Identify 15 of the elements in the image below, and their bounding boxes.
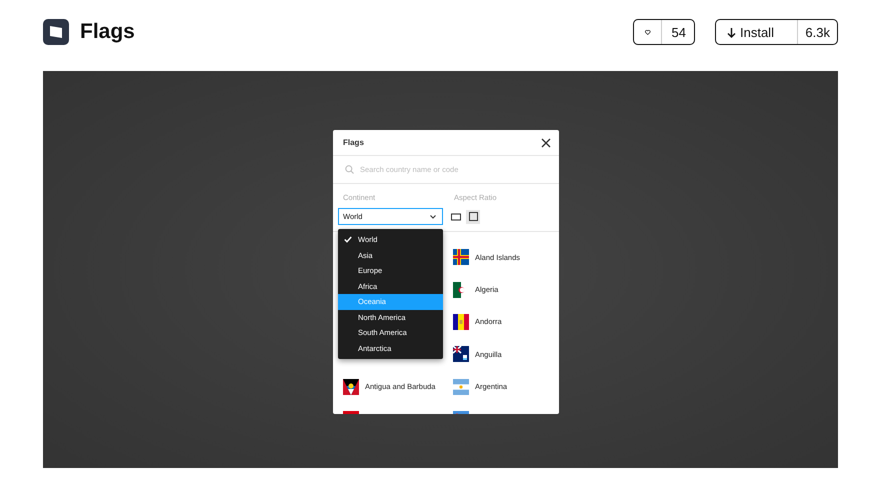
like-button[interactable]: 54 [633,19,695,45]
checkmark-icon [344,236,352,244]
chevron-down-icon [430,214,436,218]
flag-logo-icon [43,19,69,45]
flag-icon[interactable] [453,314,469,330]
search-icon [345,165,354,174]
plugin-title: Flags [80,20,135,44]
close-icon[interactable] [541,138,551,148]
window-title: Flags [343,138,364,147]
flag-icon[interactable] [343,378,359,395]
square-ratio-button[interactable] [466,210,480,224]
flag-icon[interactable] [453,249,469,266]
arrow-down-icon [727,26,736,38]
flag-icon[interactable] [453,346,469,362]
install-button[interactable]: Install 6.3k [715,19,838,45]
